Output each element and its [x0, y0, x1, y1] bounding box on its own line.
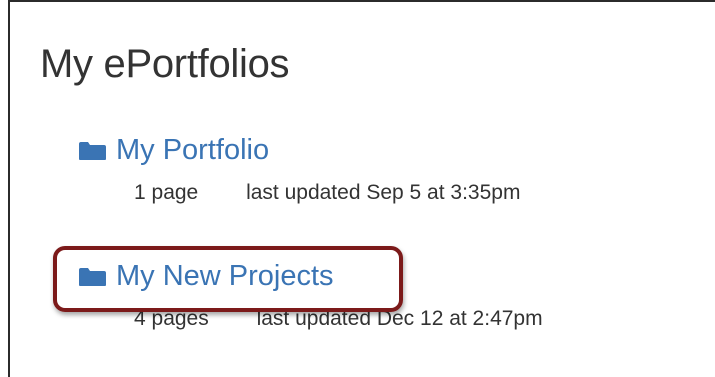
portfolio-item: My New Projects 4 pages last updated Dec… — [78, 260, 543, 331]
portfolio-link-my-new-projects[interactable]: My New Projects — [78, 260, 543, 293]
portfolio-meta: 4 pages last updated Dec 12 at 2:47pm — [134, 307, 543, 331]
last-updated: last updated Sep 5 at 3:35pm — [246, 181, 521, 204]
last-updated: last updated Dec 12 at 2:47pm — [256, 307, 543, 330]
eportfolios-panel: My ePortfolios My Portfolio 1 page last … — [8, 0, 715, 377]
page-count: 4 pages — [134, 307, 209, 330]
portfolio-name: My New Projects — [116, 260, 334, 292]
folder-icon — [79, 141, 106, 160]
portfolio-name: My Portfolio — [116, 134, 270, 166]
portfolio-link-my-portfolio[interactable]: My Portfolio — [78, 134, 520, 167]
page-count: 1 page — [134, 181, 199, 204]
portfolio-meta: 1 page last updated Sep 5 at 3:35pm — [134, 181, 520, 205]
portfolio-item: My Portfolio 1 page last updated Sep 5 a… — [78, 134, 520, 205]
folder-icon — [79, 267, 106, 286]
page-title: My ePortfolios — [40, 42, 290, 86]
